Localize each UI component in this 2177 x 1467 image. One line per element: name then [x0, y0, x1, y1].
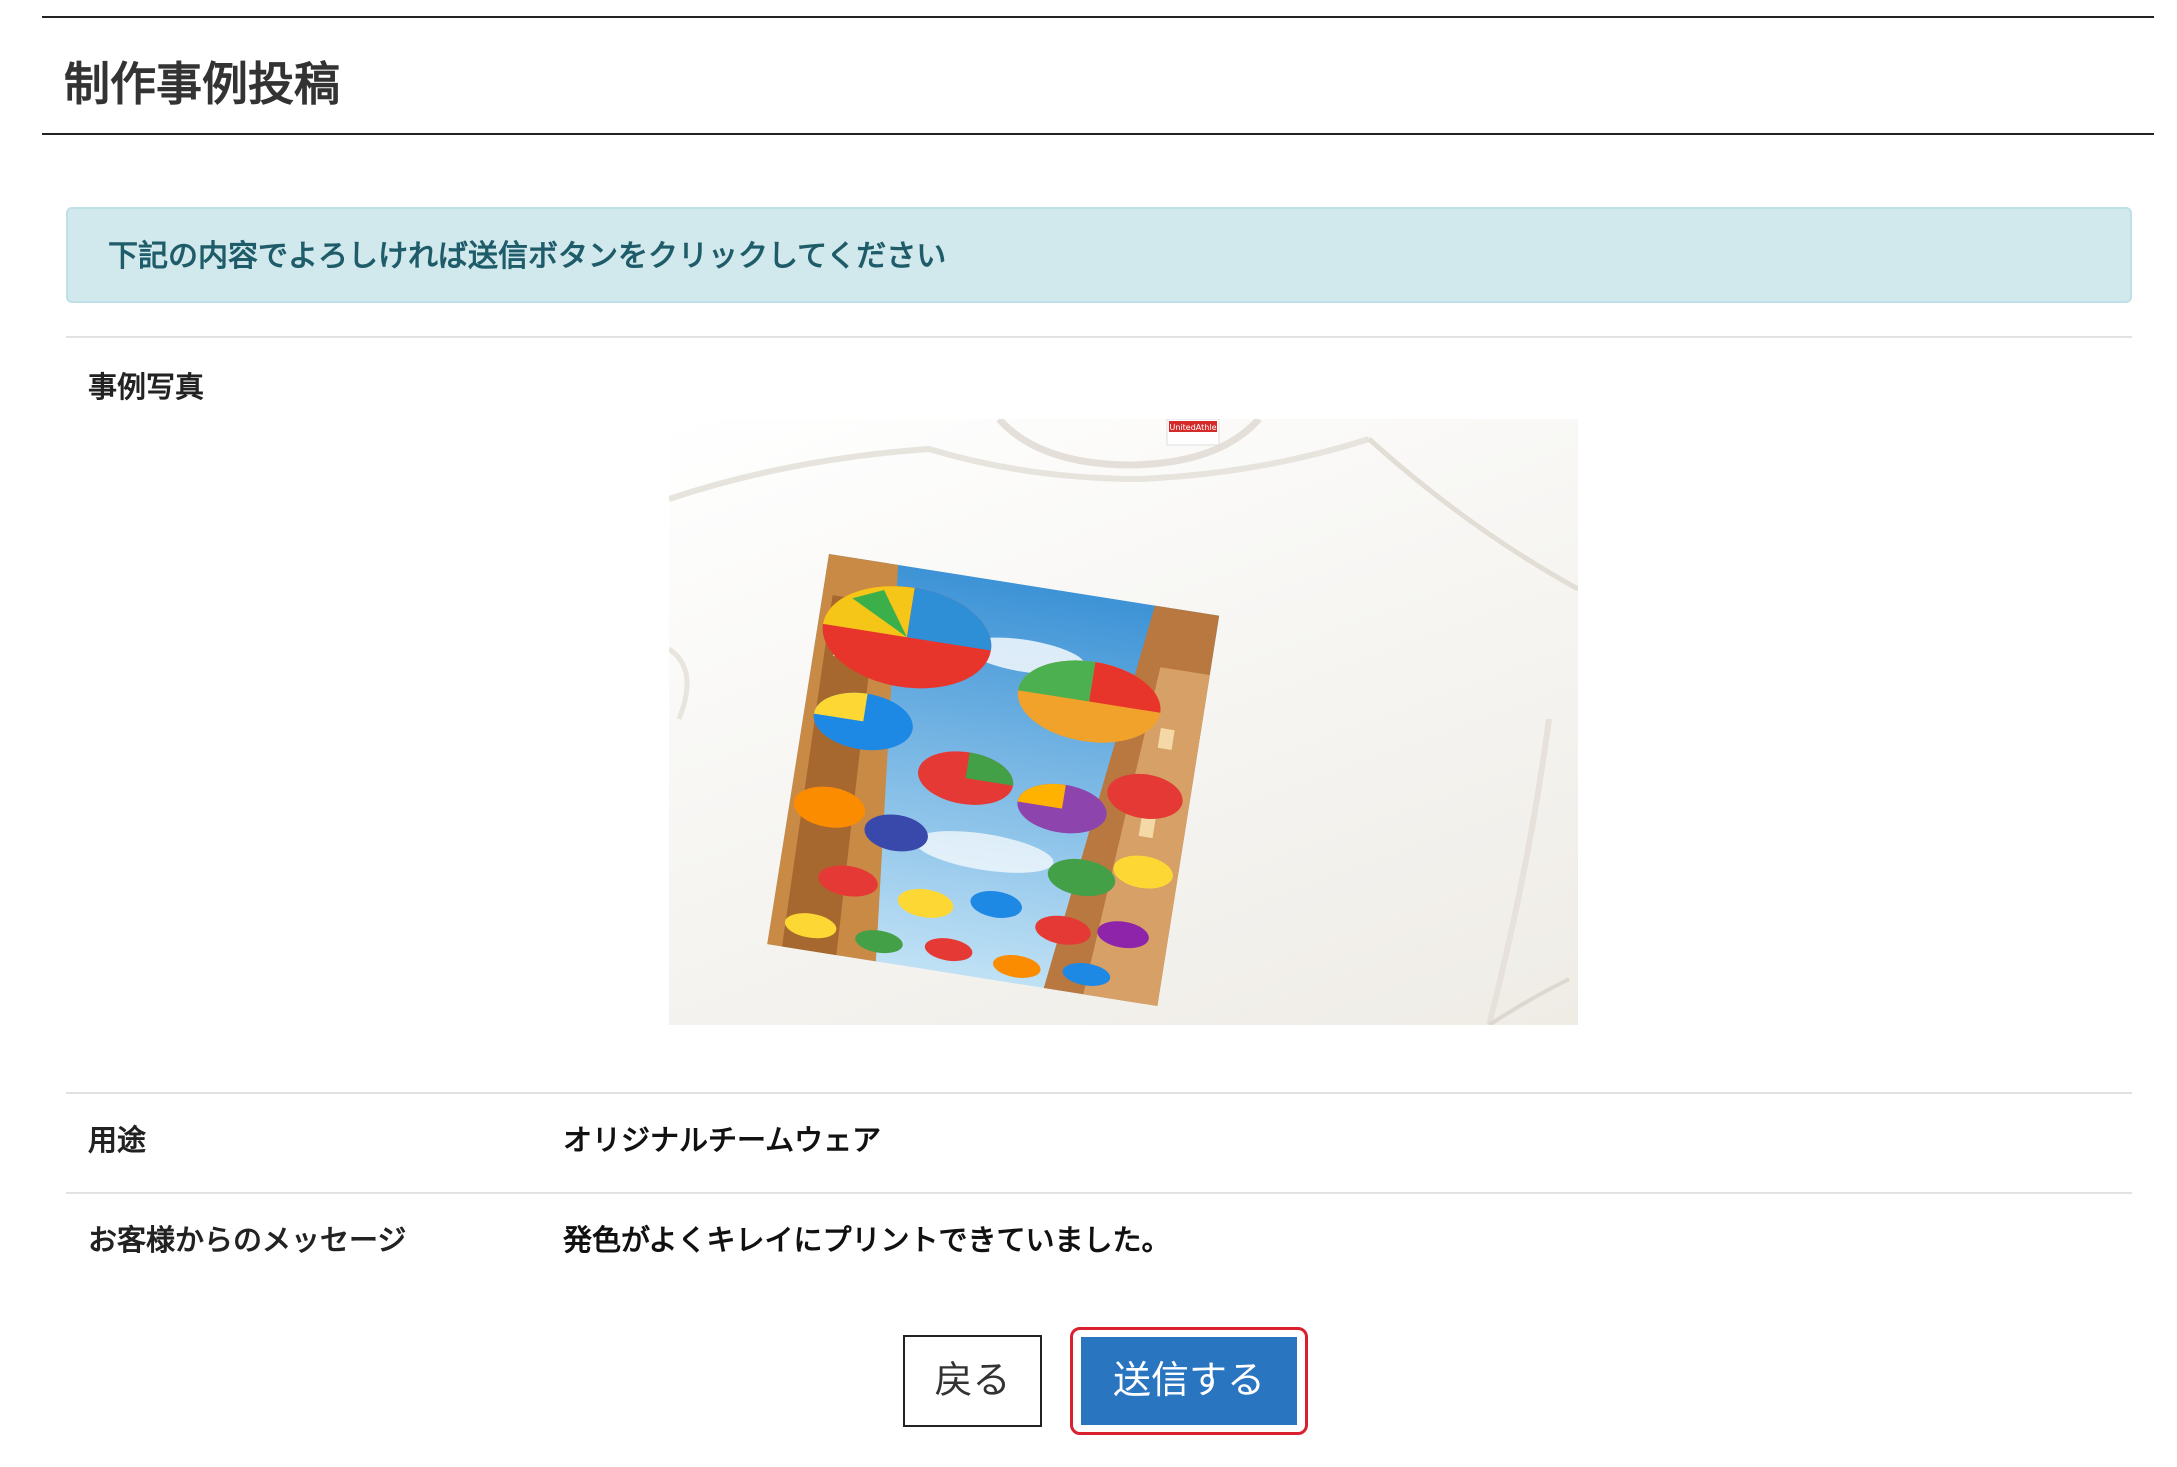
- message-value: 発色がよくキレイにプリントできていました。: [563, 1223, 1171, 1257]
- row-divider: [66, 1192, 2132, 1194]
- row-divider: [66, 1092, 2132, 1094]
- usage-value: オリジナルチームウェア: [563, 1123, 882, 1157]
- message-label: お客様からのメッセージ: [88, 1223, 407, 1257]
- title-divider: [42, 133, 2154, 135]
- top-divider: [42, 16, 2154, 18]
- photo-label: 事例写真: [88, 370, 205, 404]
- back-button[interactable]: 戻る: [903, 1335, 1042, 1427]
- case-photo: UnitedAthle: [669, 419, 1578, 1025]
- row-divider: [66, 336, 2132, 338]
- page-title: 制作事例投稿: [64, 57, 340, 111]
- alert-message: 下記の内容でよろしければ送信ボタンをクリックしてください: [108, 239, 947, 274]
- usage-label: 用途: [88, 1123, 147, 1157]
- submit-button[interactable]: 送信する: [1081, 1337, 1297, 1425]
- shirt-tag-text: UnitedAthle: [1170, 423, 1217, 432]
- confirmation-alert: 下記の内容でよろしければ送信ボタンをクリックしてください: [66, 207, 2132, 303]
